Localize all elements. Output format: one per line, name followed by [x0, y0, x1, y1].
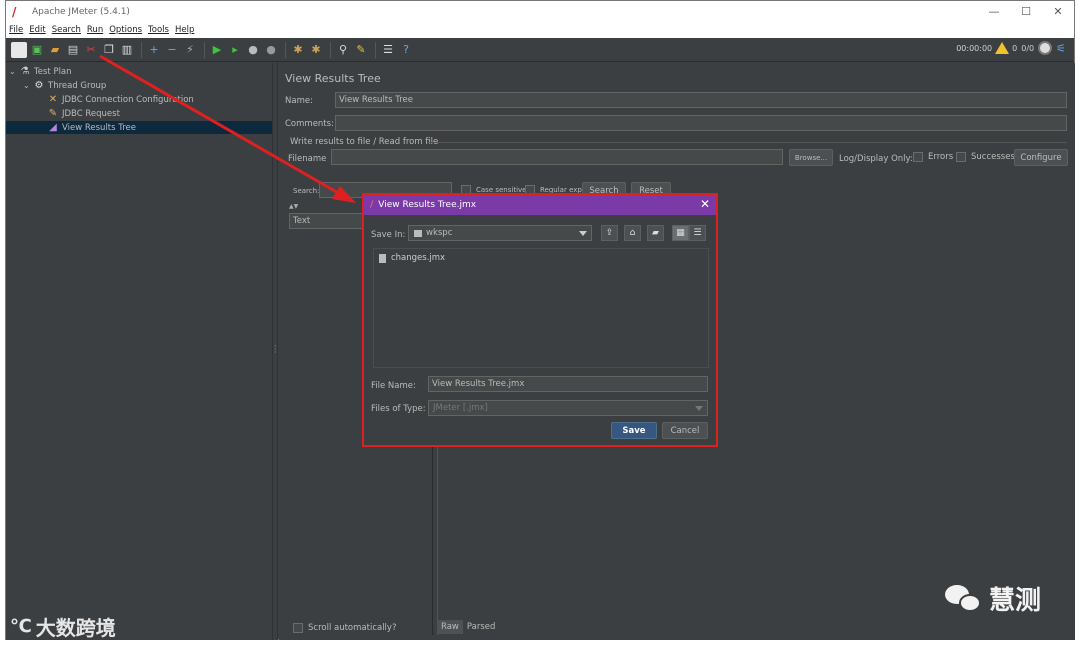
- save-in-select[interactable]: wkspc: [408, 225, 592, 241]
- save-in-label: Save In:: [371, 230, 406, 240]
- files-of-type-label: Files of Type:: [371, 404, 426, 414]
- files-of-type-select[interactable]: JMeter [.jmx]: [428, 400, 708, 416]
- jmeter-logo-icon: /: [370, 200, 374, 210]
- dialog-title: View Results Tree.jmx: [378, 200, 477, 210]
- new-folder-icon[interactable]: ▰: [647, 225, 664, 241]
- file-list[interactable]: changes.jmx: [373, 248, 709, 368]
- up-folder-icon[interactable]: ⇪: [601, 225, 618, 241]
- list-view-icon[interactable]: ▦: [672, 225, 689, 241]
- watermark-right-text: 慧测: [989, 586, 1042, 616]
- details-view-icon[interactable]: ☰: [689, 225, 706, 241]
- chevron-down-icon[interactable]: [579, 231, 587, 236]
- file-name: changes.jmx: [391, 253, 446, 263]
- folder-icon: [414, 229, 422, 237]
- close-icon[interactable]: ✕: [700, 197, 710, 211]
- save-button[interactable]: Save: [611, 422, 657, 439]
- watermark-logo-icon: ℃: [10, 616, 32, 637]
- cancel-button[interactable]: Cancel: [662, 422, 708, 439]
- file-name-label: File Name:: [371, 381, 416, 391]
- file-icon: [379, 253, 386, 263]
- list-item[interactable]: changes.jmx: [379, 253, 445, 263]
- wechat-icon: [945, 583, 983, 615]
- dialog-title-bar: / View Results Tree.jmx ✕: [364, 195, 716, 215]
- chevron-down-icon[interactable]: [695, 406, 703, 411]
- files-of-type-value: JMeter [.jmx]: [433, 403, 488, 413]
- save-in-value: wkspc: [426, 228, 453, 238]
- save-dialog: / View Results Tree.jmx ✕ Save In: wkspc…: [362, 193, 718, 447]
- home-icon[interactable]: ⌂: [624, 225, 641, 241]
- watermark-left: ℃ 大数跨境: [10, 612, 116, 641]
- file-name-field[interactable]: View Results Tree.jmx: [428, 376, 708, 392]
- watermark-right: 慧测: [945, 580, 1041, 617]
- watermark-left-text: 大数跨境: [35, 616, 116, 640]
